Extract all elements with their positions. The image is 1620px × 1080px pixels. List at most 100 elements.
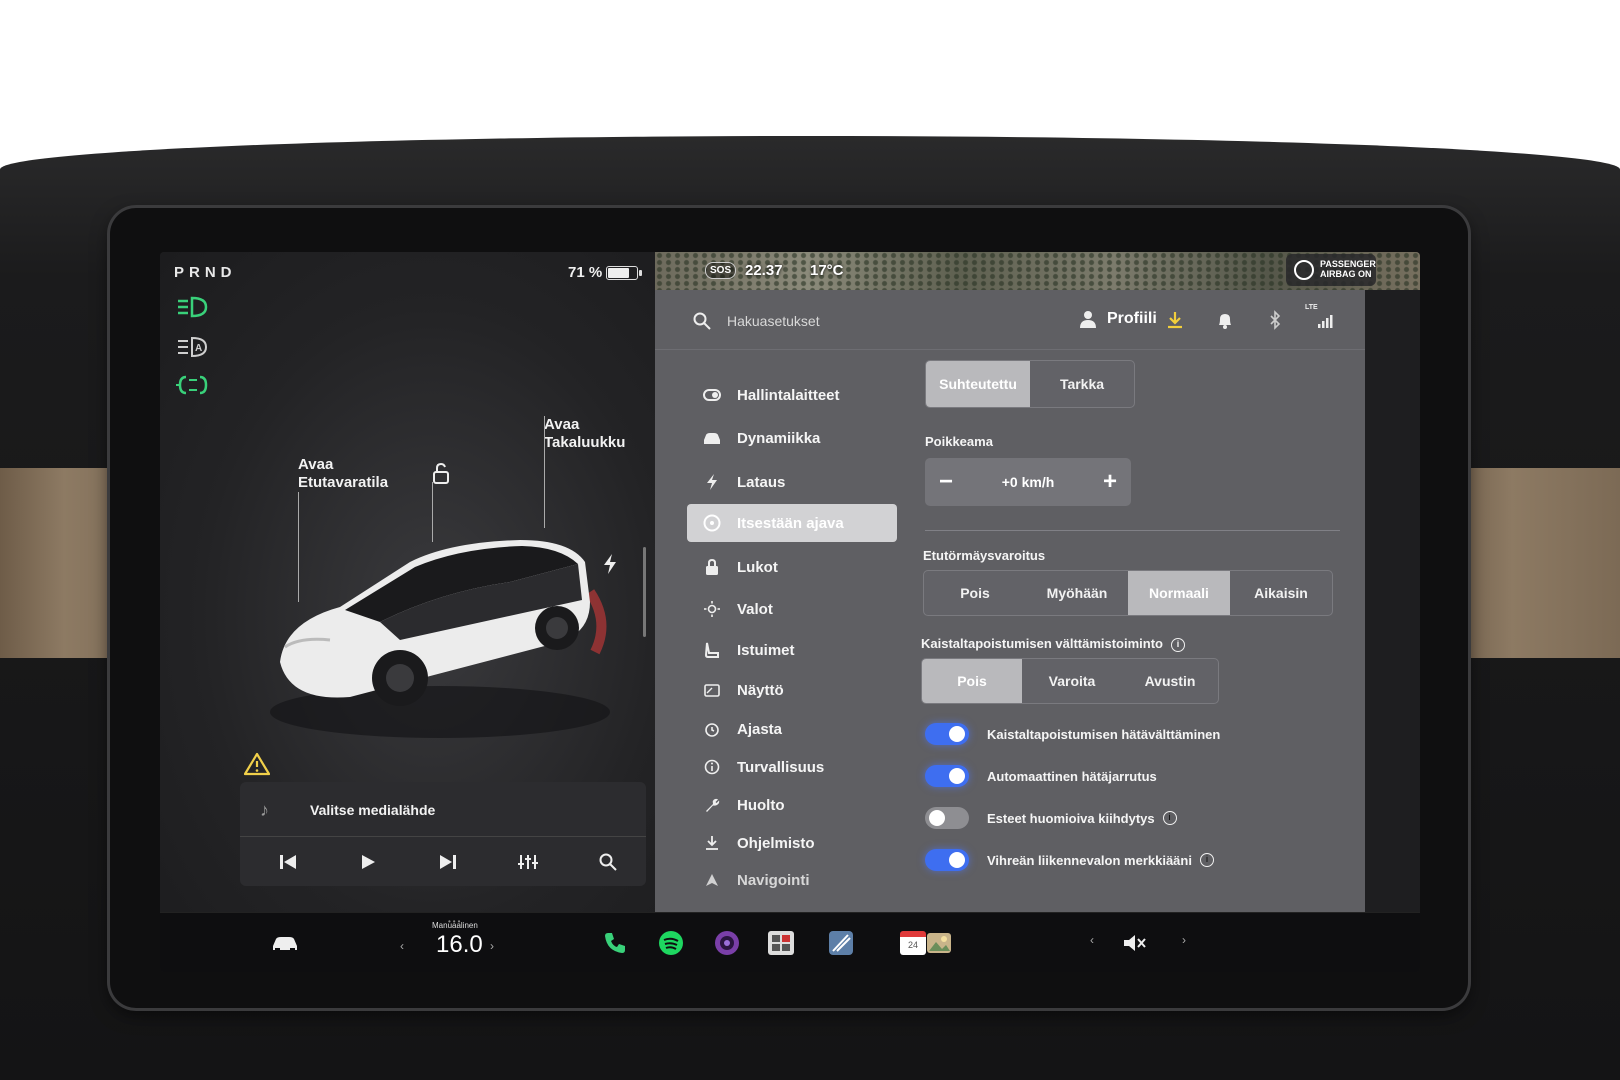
toggle-label: Esteet huomioiva kiihdytys xyxy=(987,810,1155,826)
muted-speaker-icon xyxy=(1124,935,1146,951)
offset-label: Poikkeama xyxy=(925,434,993,449)
phone-button[interactable] xyxy=(600,929,630,957)
toggle-row-green-light-chime: Vihreän liikennevalon merkkiääni i xyxy=(925,846,1214,874)
unlock-icon[interactable] xyxy=(430,462,452,484)
nav-item-seats[interactable]: Istuimet xyxy=(687,630,897,670)
seat-icon xyxy=(701,641,723,659)
fcw-off[interactable]: Pois xyxy=(924,571,1026,615)
next-track-button[interactable] xyxy=(434,848,462,876)
open-trunk-button[interactable]: Avaa Takaluukku xyxy=(544,416,625,452)
battery-icon xyxy=(606,266,642,280)
nav-item-lights[interactable]: Valot xyxy=(687,588,897,630)
camera-button[interactable] xyxy=(712,929,742,957)
automatic-emergency-braking-toggle[interactable] xyxy=(925,765,969,787)
info-icon[interactable]: i xyxy=(1162,811,1177,825)
decrease-offset-button[interactable]: − xyxy=(939,468,953,496)
equalizer-button[interactable] xyxy=(514,848,542,876)
app-launcher-icon xyxy=(768,931,794,955)
settings-panel: Hakuasetukset Profiili LTE Hallintalaitt… xyxy=(655,290,1365,912)
steering-wheel-icon xyxy=(701,514,723,532)
lda-off[interactable]: Pois xyxy=(922,659,1022,703)
car-status-panel: PRND 71 % A Avaa Etutavaratila Avaa Taka… xyxy=(160,252,655,912)
airbag-line-2: AIRBAG ON xyxy=(1320,269,1372,279)
app-launcher-button[interactable] xyxy=(766,929,796,957)
temp-down-chevron-icon[interactable]: ‹ xyxy=(400,939,404,953)
section-divider xyxy=(925,530,1340,531)
volume-up-chevron-icon[interactable]: › xyxy=(1182,933,1186,947)
nav-item-safety[interactable]: Turvallisuus xyxy=(687,748,897,786)
fcw-early[interactable]: Aikaisin xyxy=(1230,571,1332,615)
media-player: ♪ Valitse medialähde xyxy=(240,782,646,886)
info-icon[interactable]: i xyxy=(1199,853,1214,867)
speed-mode-fixed[interactable]: Tarkka xyxy=(1030,361,1134,407)
nav-item-navigation[interactable]: Navigointi xyxy=(687,862,897,898)
info-icon[interactable]: i xyxy=(1171,637,1185,652)
lda-assist[interactable]: Avustin xyxy=(1122,659,1218,703)
bolt-icon xyxy=(701,473,723,491)
fcw-normal[interactable]: Normaali xyxy=(1128,571,1230,615)
cabin-temperature[interactable]: 16.0 xyxy=(436,931,483,959)
nav-item-software[interactable]: Ohjelmisto xyxy=(687,824,897,862)
sos-badge[interactable]: SOS xyxy=(705,262,737,279)
emergency-lane-departure-toggle[interactable] xyxy=(925,723,969,745)
nav-label: Dynamiikka xyxy=(737,429,821,447)
speed-mode-relative[interactable]: Suhteutettu xyxy=(926,361,1030,407)
fcw-late[interactable]: Myöhään xyxy=(1026,571,1128,615)
scroll-indicator xyxy=(643,547,646,637)
volume-button[interactable] xyxy=(1120,929,1150,957)
green-light-chime-toggle[interactable] xyxy=(925,849,969,871)
volume-down-chevron-icon[interactable]: ‹ xyxy=(1090,933,1094,947)
passenger-airbag-indicator: PASSENGER AIRBAG ON xyxy=(1286,254,1376,286)
toggle-row-obstacle-aware-acceleration: Esteet huomioiva kiihdytys i xyxy=(925,804,1177,832)
nav-item-locks[interactable]: Lukot xyxy=(687,546,897,588)
headlights-icon[interactable] xyxy=(176,294,210,320)
nav-label: Itsestään ajava xyxy=(737,514,844,532)
car-model-image xyxy=(270,540,610,738)
dashcam-viewer-button[interactable] xyxy=(924,929,954,957)
nav-item-display[interactable]: Näyttö xyxy=(687,670,897,710)
nav-label: Navigointi xyxy=(737,871,810,889)
toybox-button[interactable] xyxy=(826,929,856,957)
spotify-button[interactable] xyxy=(656,929,686,957)
lda-label-text: Kaistaltapoistumisen välttämistoiminto xyxy=(921,636,1163,651)
settings-search-input[interactable]: Hakuasetukset xyxy=(727,313,820,329)
lda-selector: Pois Varoita Avustin xyxy=(921,658,1219,704)
airbag-line-1: PASSENGER xyxy=(1320,259,1376,269)
auto-high-beam-icon[interactable]: A xyxy=(176,334,210,360)
fcw-selector: Pois Myöhään Normaali Aikaisin xyxy=(923,570,1333,616)
offset-value: +0 km/h xyxy=(1001,474,1055,490)
open-frunk-label-1: Avaa xyxy=(298,456,334,473)
bluetooth-icon[interactable] xyxy=(1265,310,1285,330)
settings-topbar: Hakuasetukset Profiili LTE xyxy=(655,290,1365,350)
nav-item-service[interactable]: Huolto xyxy=(687,786,897,824)
toybox-icon xyxy=(829,931,853,955)
warning-icon[interactable] xyxy=(244,752,270,776)
open-frunk-button[interactable]: Avaa Etutavaratila xyxy=(298,456,388,492)
nav-item-controls[interactable]: Hallintalaitteet xyxy=(687,374,897,416)
svg-text:A: A xyxy=(195,343,202,354)
nav-item-schedule[interactable]: Ajasta xyxy=(687,710,897,748)
equalizer-icon xyxy=(518,855,538,869)
open-trunk-label-1: Avaa xyxy=(544,416,580,433)
temp-up-chevron-icon[interactable]: › xyxy=(490,939,494,953)
obstacle-aware-acceleration-toggle[interactable] xyxy=(925,807,969,829)
media-source-button[interactable]: Valitse medialähde xyxy=(310,802,435,818)
lock-icon xyxy=(701,558,723,576)
media-search-button[interactable] xyxy=(594,848,622,876)
profile-button[interactable]: Profiili xyxy=(1107,310,1157,328)
toggle-row-emergency-lane-departure: Kaistaltapoistumisen hätävälttäminen xyxy=(925,720,1220,748)
nav-item-autopilot[interactable]: Itsestään ajava xyxy=(687,504,897,542)
previous-track-button[interactable] xyxy=(274,848,302,876)
settings-nav: Hallintalaitteet Dynamiikka Lataus Itses… xyxy=(687,374,897,898)
car-controls-button[interactable] xyxy=(270,929,300,957)
notification-bell-icon[interactable] xyxy=(1215,310,1235,330)
play-button[interactable] xyxy=(354,848,382,876)
increase-offset-button[interactable]: + xyxy=(1103,468,1117,496)
calendar-button[interactable]: 24 xyxy=(900,931,926,955)
lda-warn[interactable]: Varoita xyxy=(1022,659,1122,703)
nav-item-charging[interactable]: Lataus xyxy=(687,460,897,504)
nav-item-dynamics[interactable]: Dynamiikka xyxy=(687,416,897,460)
download-icon[interactable] xyxy=(1165,310,1185,330)
gear-selector: PRND xyxy=(174,264,237,281)
parking-lights-icon[interactable] xyxy=(176,372,210,398)
